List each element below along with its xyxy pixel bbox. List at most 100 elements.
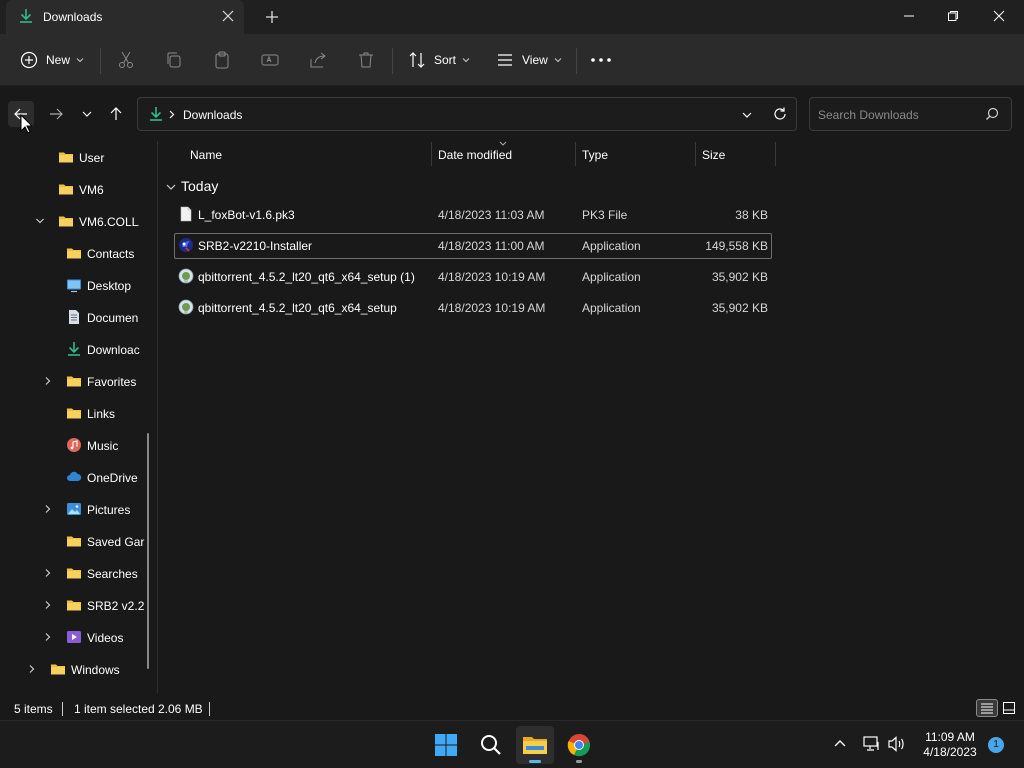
restore-button[interactable]	[930, 0, 976, 32]
installer-icon	[178, 299, 194, 315]
folder-icon	[66, 245, 82, 261]
column-divider[interactable]	[775, 142, 776, 166]
file-type: Application	[582, 239, 641, 253]
chevron-right-icon[interactable]	[43, 568, 53, 578]
details-view-icon[interactable]	[976, 699, 998, 717]
column-divider[interactable]	[431, 142, 432, 166]
close-tab-icon[interactable]	[220, 8, 236, 24]
sidebar-item-vm6-colla[interactable]: VM6.COLLA	[0, 207, 150, 235]
network-icon[interactable]	[863, 735, 881, 753]
tab-downloads[interactable]: Downloads	[6, 0, 244, 34]
column-header-size[interactable]: Size	[702, 148, 725, 162]
sort-button[interactable]: Sort	[408, 44, 470, 76]
command-bar: New Sort View	[0, 34, 1024, 86]
new-button[interactable]: New	[20, 44, 84, 76]
rename-icon[interactable]	[260, 50, 280, 70]
chevron-right-icon[interactable]	[43, 632, 53, 642]
search-taskbar-button[interactable]	[472, 726, 510, 764]
file-row[interactable]: qbittorrent_4.5.2_lt20_qt6_x64_setup (1)…	[174, 264, 772, 290]
search-input[interactable]	[818, 106, 978, 124]
toolbar-divider	[100, 48, 101, 74]
minimize-button[interactable]	[886, 0, 932, 32]
sidebar-item-onedrive[interactable]: OneDrive	[0, 463, 150, 491]
sidebar-scrollbar[interactable]	[147, 433, 149, 669]
close-button[interactable]	[976, 0, 1022, 32]
search-box	[809, 97, 1012, 131]
refresh-icon[interactable]	[772, 106, 788, 122]
sidebar-item-videos[interactable]: Videos	[0, 623, 150, 651]
chevron-down-icon[interactable]	[741, 109, 753, 121]
sidebar-item-label: Videos	[87, 631, 124, 645]
address-path[interactable]: Downloads	[183, 108, 242, 122]
file-explorer-taskbar-button[interactable]	[516, 726, 554, 764]
volume-icon[interactable]	[887, 735, 907, 753]
cut-icon[interactable]	[116, 50, 136, 70]
chevron-right-icon[interactable]	[169, 110, 175, 119]
folder-icon	[66, 405, 82, 421]
file-row[interactable]: L_foxBot-v1.6.pk3 4/18/2023 11:03 AM PK3…	[174, 202, 772, 228]
sidebar-item-favorites[interactable]: Favorites	[0, 367, 150, 395]
sidebar-item-vm6[interactable]: VM6	[0, 175, 150, 203]
view-label: View	[522, 53, 548, 67]
clock-date: 4/18/2023	[923, 745, 977, 759]
column-header-type[interactable]: Type	[582, 148, 608, 162]
sidebar-item-saved-games[interactable]: Saved Gar	[0, 527, 150, 555]
paste-icon[interactable]	[212, 50, 232, 70]
sidebar-item-music[interactable]: Music	[0, 431, 150, 459]
file-row[interactable]: SRB2-v2210-Installer 4/18/2023 11:00 AM …	[174, 233, 772, 259]
view-list-icon	[496, 51, 514, 69]
chevron-right-icon[interactable]	[43, 600, 53, 610]
sidebar-item-downloads[interactable]: Downloac	[0, 335, 150, 363]
recent-locations-button[interactable]	[74, 101, 100, 127]
file-row[interactable]: qbittorrent_4.5.2_lt20_qt6_x64_setup 4/1…	[174, 295, 772, 321]
active-app-indicator	[529, 760, 541, 763]
more-options-button[interactable]	[590, 44, 612, 76]
toolbar-divider	[576, 48, 577, 74]
pane-divider[interactable]	[157, 141, 158, 694]
folder-icon	[50, 661, 66, 677]
notification-badge[interactable]: 1	[988, 737, 1004, 753]
sidebar-item-contacts[interactable]: Contacts	[0, 239, 150, 267]
system-clock[interactable]: 11:09 AM 4/18/2023	[918, 730, 982, 760]
chevron-right-icon[interactable]	[43, 504, 53, 514]
column-divider[interactable]	[695, 142, 696, 166]
chevron-right-icon[interactable]	[43, 376, 53, 386]
column-header-date[interactable]: Date modified	[438, 148, 512, 162]
up-button[interactable]	[103, 101, 129, 127]
sidebar-item-label: User	[79, 151, 105, 165]
sidebar-item-documents[interactable]: Documen	[0, 303, 150, 331]
address-bar[interactable]: Downloads	[137, 97, 797, 131]
chevron-up-icon[interactable]	[833, 738, 847, 748]
sidebar-item-label: Documen	[87, 311, 139, 325]
copy-icon[interactable]	[164, 50, 184, 70]
new-tab-icon[interactable]	[262, 7, 282, 27]
sidebar-item-searches[interactable]: Searches	[0, 559, 150, 587]
start-button[interactable]	[427, 726, 465, 764]
file-type: Application	[582, 270, 641, 284]
sort-icon	[408, 51, 426, 69]
file-icon	[178, 206, 194, 222]
sidebar-item-label: Desktop	[87, 279, 132, 293]
pictures-icon	[66, 501, 82, 517]
sidebar-item-user[interactable]: User	[0, 143, 150, 171]
music-icon	[66, 437, 82, 453]
sidebar-item-srb2[interactable]: SRB2 v2.2	[0, 591, 150, 619]
column-divider[interactable]	[575, 142, 576, 166]
view-button[interactable]: View	[496, 44, 562, 76]
delete-icon[interactable]	[356, 50, 376, 70]
forward-button[interactable]	[43, 101, 69, 127]
arrow-up-icon	[108, 106, 124, 122]
column-header-name[interactable]: Name	[190, 148, 222, 162]
search-icon[interactable]	[985, 107, 999, 121]
sidebar-item-label: Contacts	[87, 247, 135, 261]
sidebar-item-links[interactable]: Links	[0, 399, 150, 427]
tiles-view-icon[interactable]	[1001, 700, 1017, 716]
sidebar-item-pictures[interactable]: Pictures	[0, 495, 150, 523]
chevron-down-icon	[76, 56, 84, 64]
sidebar-item-windows[interactable]: Windows	[0, 655, 150, 683]
chrome-taskbar-button[interactable]	[560, 726, 598, 764]
sidebar-item-desktop[interactable]: Desktop	[0, 271, 150, 299]
chevron-right-icon[interactable]	[27, 664, 37, 674]
chevron-down-icon[interactable]	[35, 216, 45, 226]
share-icon[interactable]	[308, 50, 328, 70]
